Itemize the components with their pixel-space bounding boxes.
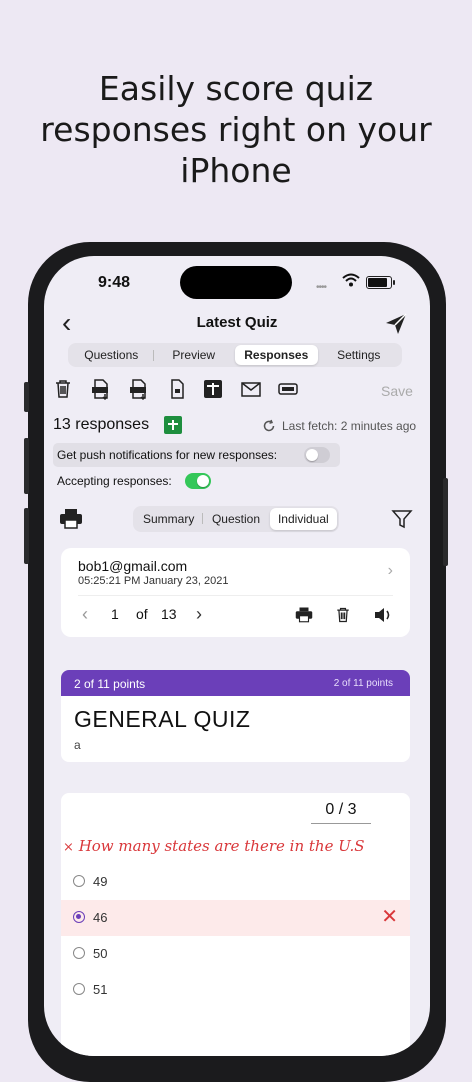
response-count: 13 responses (53, 416, 150, 433)
radio-button-selected[interactable] (73, 911, 85, 923)
response-toolbar: Save (44, 378, 430, 406)
push-notification-row: Get push notifications for new responses… (53, 443, 340, 467)
mute-switch (24, 382, 29, 412)
response-timestamp: 05:25:21 PM January 23, 2021 (78, 575, 229, 587)
option-row[interactable]: 50 (61, 936, 410, 972)
points-label-left: 2 of 11 points (74, 677, 146, 691)
add-sheet-icon[interactable] (202, 378, 224, 400)
headline-line-3: iPhone (180, 151, 292, 190)
wrong-answer-icon: ✕ (381, 906, 398, 928)
document-icon[interactable] (166, 378, 188, 400)
trash-icon[interactable] (52, 378, 74, 400)
google-sheets-icon[interactable] (164, 416, 182, 434)
battery-icon (366, 276, 395, 289)
incorrect-x-icon: × (63, 840, 74, 855)
tab-question[interactable]: Question (202, 508, 269, 530)
push-notification-toggle[interactable] (304, 447, 330, 463)
option-row[interactable]: 51 (61, 972, 410, 1008)
tab-summary[interactable]: Summary (135, 508, 202, 530)
prev-chevron-icon[interactable]: ‹ (82, 604, 88, 625)
headline: Easily score quiz responses right on you… (0, 68, 472, 191)
power-button (443, 478, 448, 566)
option-label: 51 (93, 982, 108, 997)
question-text-row: × How many states are there in the U.S (63, 837, 365, 855)
chevron-right-icon[interactable]: › (388, 562, 393, 580)
headline-line-2: responses right on your (40, 110, 432, 149)
mail-icon[interactable] (240, 378, 262, 400)
sec-icon[interactable] (278, 378, 298, 400)
radio-button[interactable] (73, 875, 85, 887)
page-of: of (136, 606, 148, 622)
phone-screen: 9:48 •••• ‹ Latest Quiz Questions Previe… (44, 256, 430, 1056)
export-xls-icon[interactable] (128, 378, 150, 400)
status-bar: 9:48 •••• (44, 256, 430, 308)
cellular-signal-icon: •••• (316, 282, 327, 293)
question-card: 0 / 3 × How many states are there in the… (61, 793, 410, 1056)
tab-preview[interactable]: Preview (152, 345, 236, 365)
tab-responses[interactable]: Responses (235, 345, 318, 365)
option-label: 46 (93, 910, 108, 925)
speaker-icon[interactable] (373, 606, 393, 624)
respondent-email: bob1@gmail.com (78, 558, 188, 574)
option-row[interactable]: 49 (61, 864, 410, 900)
page-current: 1 (111, 606, 119, 622)
tab-questions[interactable]: Questions (70, 345, 153, 365)
tab-individual[interactable]: Individual (269, 508, 337, 530)
option-row-selected[interactable]: 46 ✕ (61, 900, 410, 936)
print-icon[interactable] (59, 508, 83, 530)
points-label-right: 2 of 11 points (333, 678, 393, 689)
status-time: 9:48 (98, 274, 131, 291)
quiz-description: a (74, 738, 81, 752)
radio-button[interactable] (73, 983, 85, 995)
radio-button[interactable] (73, 947, 85, 959)
delete-response-icon[interactable] (334, 606, 352, 624)
option-label: 49 (93, 874, 108, 889)
export-csv-icon[interactable] (90, 378, 112, 400)
accepting-responses-label: Accepting responses: (57, 474, 172, 488)
view-mode-tabs: Summary Question Individual (133, 506, 339, 532)
filter-icon[interactable] (391, 508, 413, 530)
volume-up-button (24, 438, 29, 494)
responses-header: 13 responses Last fetch: 2 minutes ago (44, 414, 430, 440)
refresh-icon[interactable] (262, 419, 276, 433)
send-icon[interactable] (384, 312, 408, 336)
dynamic-island (180, 266, 292, 299)
push-notification-label: Get push notifications for new responses… (57, 448, 278, 462)
print-response-icon[interactable] (295, 606, 313, 624)
quiz-header-card: 2 of 11 points 2 of 11 points GENERAL QU… (61, 670, 410, 762)
points-banner: 2 of 11 points 2 of 11 points (61, 670, 410, 696)
wifi-icon (342, 273, 360, 287)
page-title: Latest Quiz (196, 314, 278, 331)
nav-bar: ‹ Latest Quiz (44, 309, 430, 338)
question-text: How many states are there in the U.S (78, 837, 365, 855)
divider (78, 595, 393, 596)
quiz-title: GENERAL QUIZ (74, 706, 251, 732)
last-fetch-status: Last fetch: 2 minutes ago (282, 419, 417, 433)
tab-settings[interactable]: Settings (318, 345, 401, 365)
accepting-responses-toggle[interactable] (185, 473, 211, 489)
main-tabs: Questions Preview Responses Settings (68, 343, 402, 367)
volume-down-button (24, 508, 29, 564)
next-chevron-icon[interactable]: › (196, 604, 202, 625)
respondent-card: bob1@gmail.com 05:25:21 PM January 23, 2… (61, 548, 410, 637)
score-field[interactable]: 0 / 3 (311, 801, 371, 824)
option-label: 50 (93, 946, 108, 961)
save-button[interactable]: Save (381, 383, 413, 399)
headline-line-1: Easily score quiz (98, 69, 374, 108)
page-total: 13 (161, 606, 177, 622)
